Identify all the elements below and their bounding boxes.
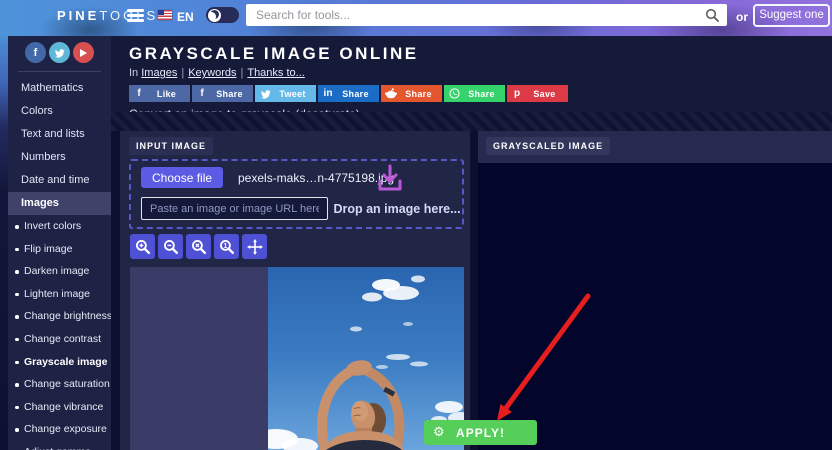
facebook-share-button[interactable]: f Share — [192, 85, 253, 102]
input-image-panel: INPUT IMAGE Choose file pexels-maks…n-47… — [120, 131, 470, 450]
image-dropzone[interactable]: Choose file pexels-maks…n-4775198.jpg Dr… — [129, 159, 464, 229]
search-icon[interactable] — [705, 8, 719, 22]
title-section: GRAYSCALE IMAGE ONLINE In Images | Keyword… — [111, 36, 832, 121]
or-label: or — [736, 10, 748, 24]
facebook-icon: f — [200, 88, 204, 99]
download-arrow-icon — [378, 164, 402, 191]
suggest-one-button[interactable]: Suggest one — [753, 4, 830, 27]
zoom-out-button[interactable] — [158, 234, 183, 259]
sidebar-social-row: f — [8, 36, 111, 63]
sidebar-subitem-change-contrast[interactable]: Change contrast — [8, 328, 111, 351]
drop-image-label: Drop an image here... — [333, 202, 461, 216]
grayscaled-image-panel-header: GRAYSCALED IMAGE — [478, 131, 832, 163]
search-input[interactable] — [246, 4, 727, 26]
facebook-icon: f — [137, 88, 141, 99]
apply-button[interactable]: ⚙ APPLY! — [424, 420, 537, 445]
sidebar-subitem-darken-image[interactable]: Darken image — [8, 260, 111, 283]
zoom-toolbar: 1 — [130, 234, 267, 259]
linkedin-share-button[interactable]: in Share — [318, 85, 379, 102]
breadcrumb-prefix: In — [129, 67, 139, 79]
gear-icon: ⚙ — [433, 424, 446, 439]
background-edge-strip — [0, 36, 8, 450]
zoom-in-button[interactable] — [130, 234, 155, 259]
breadcrumb: In Images | Keywords | Thanks to... — [129, 67, 305, 79]
sidebar: f Mathematics Colors Text and lists Numb… — [8, 36, 111, 450]
sidebar-nav: Mathematics Colors Text and lists Number… — [8, 77, 111, 215]
sidebar-item-images[interactable]: Images — [8, 192, 111, 215]
grayscaled-image-badge: GRAYSCALED IMAGE — [486, 137, 611, 155]
search-bar — [246, 4, 727, 26]
sidebar-subitem-change-vibrance[interactable]: Change vibrance — [8, 396, 111, 419]
grayscaled-image-canvas — [478, 163, 832, 450]
sidebar-divider — [18, 71, 101, 72]
facebook-like-button[interactable]: f Like — [129, 85, 190, 102]
breadcrumb-link-images[interactable]: Images — [141, 67, 177, 79]
tweet-button[interactable]: Tweet — [255, 85, 316, 102]
share-button-row: f Like f Share Tweet in Share Share Shar… — [129, 85, 832, 102]
sidebar-subitem-change-exposure[interactable]: Change exposure — [8, 418, 111, 441]
sidebar-item-mathematics[interactable]: Mathematics — [8, 77, 111, 100]
sidebar-subitem-adjust-gamma[interactable]: Adjust gamma — [8, 441, 111, 450]
pinterest-save-button[interactable]: p Save — [507, 85, 568, 102]
breadcrumb-link-keywords[interactable]: Keywords — [188, 67, 236, 79]
zoom-cancel-button[interactable] — [186, 234, 211, 259]
sidebar-item-text-and-lists[interactable]: Text and lists — [8, 123, 111, 146]
menu-icon[interactable] — [127, 9, 144, 22]
input-image-badge: INPUT IMAGE — [129, 137, 214, 155]
sidebar-subnav-images: Invert colors Flip image Darken image Li… — [8, 215, 111, 450]
sidebar-subitem-grayscale-image[interactable]: Grayscale image — [8, 351, 111, 374]
zoom-original-button[interactable]: 1 — [214, 234, 239, 259]
sidebar-subitem-change-brightness[interactable]: Change brightness — [8, 305, 111, 328]
youtube-icon[interactable] — [73, 42, 94, 63]
image-url-input[interactable] — [141, 197, 328, 220]
selected-filename: pexels-maks…n-4775198.jpg — [238, 171, 395, 185]
reddit-icon — [381, 88, 401, 99]
whatsapp-share-button[interactable]: Share — [444, 85, 505, 102]
page-title: GRAYSCALE IMAGE ONLINE — [129, 44, 419, 63]
whatsapp-icon — [444, 88, 464, 99]
choose-file-button[interactable]: Choose file — [141, 167, 224, 188]
sidebar-subitem-lighten-image[interactable]: Lighten image — [8, 283, 111, 306]
language-selector[interactable]: EN — [177, 10, 194, 24]
dark-mode-toggle[interactable] — [206, 7, 239, 23]
sidebar-subitem-flip-image[interactable]: Flip image — [8, 238, 111, 261]
facebook-icon[interactable]: f — [25, 42, 46, 63]
reddit-share-button[interactable]: Share — [381, 85, 442, 102]
sidebar-item-colors[interactable]: Colors — [8, 100, 111, 123]
twitter-icon — [255, 89, 275, 99]
moon-icon — [210, 10, 219, 19]
apply-label: APPLY! — [456, 425, 505, 440]
logo-pine: PINE — [57, 8, 100, 23]
linkedin-icon: in — [323, 88, 333, 99]
us-flag-icon — [158, 10, 172, 20]
sidebar-item-date-and-time[interactable]: Date and time — [8, 169, 111, 192]
breadcrumb-link-thanks[interactable]: Thanks to... — [247, 67, 304, 79]
pinetools-grayscale-page: PINETOOLS EN or Suggest one f — [0, 0, 832, 450]
twitter-icon[interactable] — [49, 42, 70, 63]
striped-background-band — [111, 112, 832, 131]
top-header: PINETOOLS EN or Suggest one — [0, 0, 832, 36]
sidebar-item-numbers[interactable]: Numbers — [8, 146, 111, 169]
sidebar-subitem-change-saturation[interactable]: Change saturation — [8, 373, 111, 396]
sidebar-subitem-invert-colors[interactable]: Invert colors — [8, 215, 111, 238]
input-image-canvas[interactable] — [130, 267, 464, 450]
pan-tool-button[interactable] — [242, 234, 267, 259]
pinterest-icon: p — [513, 88, 521, 99]
svg-text:1: 1 — [223, 242, 227, 249]
